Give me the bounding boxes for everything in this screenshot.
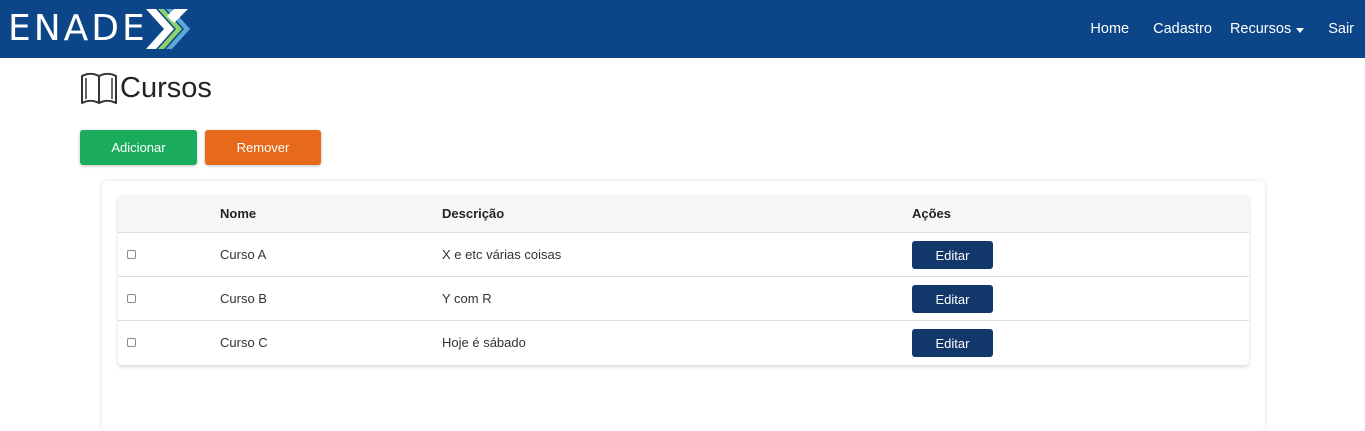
course-description: Hoje é sábado	[442, 335, 526, 350]
brand-name: ENADE	[8, 8, 148, 49]
row-checkbox[interactable]	[127, 338, 136, 347]
table-row: Curso B Y com R Editar	[118, 277, 1249, 321]
table-header: Nome Descrição Ações	[118, 195, 1249, 233]
nav-home[interactable]: Home	[1090, 21, 1129, 37]
open-book-icon	[81, 72, 117, 104]
edit-button[interactable]: Editar	[912, 241, 993, 269]
brand-logo[interactable]: ENADE	[8, 6, 194, 52]
table-row: Curso A X e etc várias coisas Editar	[118, 233, 1249, 277]
remove-button[interactable]: Remover	[205, 130, 321, 165]
nav-menu: Home Cadastro Recursos Sair	[1066, 0, 1354, 58]
course-name: Curso A	[220, 247, 267, 262]
nav-cadastro[interactable]: Cadastro	[1153, 21, 1212, 37]
nav-sair[interactable]: Sair	[1328, 21, 1354, 37]
column-header-nome[interactable]: Nome	[220, 195, 256, 233]
nav-recursos-label: Recursos	[1229, 21, 1292, 37]
course-description: Y com R	[442, 291, 492, 306]
courses-table: Nome Descrição Ações Curso A X e etc vár…	[118, 195, 1249, 365]
page-header: Cursos	[80, 68, 212, 108]
top-navbar: ENADE Home Cadastro Recursos Sair	[0, 0, 1365, 58]
table-row: Curso C Hoje é sábado Editar	[118, 321, 1249, 365]
course-description: X e etc várias coisas	[442, 247, 562, 262]
column-header-acoes: Ações	[912, 206, 952, 221]
caret-down-icon	[1296, 27, 1305, 33]
page-title: Cursos	[120, 71, 212, 104]
edit-button[interactable]: Editar	[912, 329, 993, 357]
logo-x-icon	[145, 9, 190, 49]
course-name: Curso B	[220, 291, 267, 306]
nav-recursos-dropdown[interactable]: Recursos	[1229, 21, 1305, 37]
column-header-descricao[interactable]: Descrição	[442, 195, 504, 233]
add-button[interactable]: Adicionar	[80, 130, 197, 165]
edit-button[interactable]: Editar	[912, 285, 993, 313]
course-name: Curso C	[220, 335, 268, 350]
row-checkbox[interactable]	[127, 250, 136, 259]
courses-card: Nome Descrição Ações Curso A X e etc vár…	[102, 181, 1265, 431]
row-checkbox[interactable]	[127, 294, 136, 303]
